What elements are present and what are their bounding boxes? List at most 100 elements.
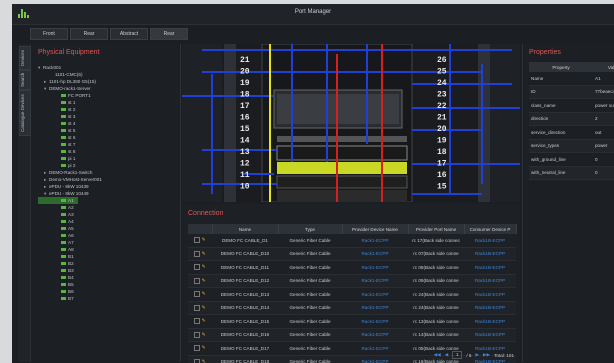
prev-page-icon[interactable]: ◀ (445, 352, 449, 358)
property-row[interactable]: service_direction out (529, 125, 614, 140)
tree-item[interactable]: A7 (38, 239, 178, 246)
checkbox-icon[interactable] (194, 358, 201, 363)
property-row[interactable]: direction 2 (529, 112, 614, 126)
next-page-icon[interactable]: ▶ (475, 352, 479, 358)
property-row[interactable]: class_namepower outl (529, 98, 614, 113)
rack-diagram[interactable]: 21 20 19 18 17 16 15 14 13 12 11 10 26 25 24 23 22 21 20 19… (182, 44, 520, 202)
tree-item[interactable]: A3 (38, 211, 178, 218)
tab-rear[interactable]: Rear (70, 28, 108, 40)
tree-item[interactable]: B7 (38, 295, 178, 302)
table-row[interactable]: ✎ DEMO FC CABLE_D13 Generic Fiber Cable Rac… (188, 287, 516, 302)
cell-consumer-device[interactable]: Rack1B-ECPP (464, 314, 516, 329)
table-row[interactable]: ✎ DEMO FC CABLE_D12 Generic Fiber Cable Rac… (188, 274, 516, 288)
cell-provider-device[interactable]: Rack1-ECPP (342, 260, 408, 275)
col-name[interactable]: Name (212, 224, 279, 234)
edit-icon[interactable]: ✎ (202, 264, 206, 270)
cell-consumer-device[interactable]: Rack1B-ECPP (464, 234, 516, 248)
tree-item[interactable]: B1 (38, 253, 178, 260)
property-row[interactable]: ID77beaec4... (529, 85, 614, 99)
last-page-icon[interactable]: ▶▶ (483, 352, 490, 358)
cell-consumer-device[interactable]: Rack1B-ECPP (464, 247, 516, 261)
table-row[interactable]: ✎ DEMO FC CABLE_D14 Generic Fiber Cable Rac… (188, 301, 516, 315)
checkbox-icon[interactable] (194, 304, 201, 311)
tree-item[interactable]: pi 2 (38, 162, 178, 169)
tree-item[interactable]: st 1 (38, 99, 178, 106)
edit-icon[interactable]: ✎ (202, 332, 206, 338)
page-input[interactable]: 1 (452, 351, 463, 359)
cell-consumer-device[interactable]: Rack1B-ECPP (464, 287, 516, 302)
property-row[interactable]: service_types power (529, 139, 614, 153)
tree-item[interactable]: A1 (38, 197, 78, 204)
tree-item[interactable]: B4 (38, 274, 178, 281)
cell-provider-device[interactable]: Rack1-ECPP (342, 274, 408, 288)
edit-icon[interactable]: ✎ (202, 305, 206, 311)
cell-consumer-device[interactable]: Rack1B-ECPP (464, 301, 516, 315)
tree-item[interactable]: st 3 (38, 113, 178, 120)
table-row[interactable]: ✎ DEMO FC CABLE_D11 Generic Fiber Cable Rac… (188, 260, 516, 275)
checkbox-icon[interactable] (194, 331, 201, 338)
table-row[interactable]: ✎ DEMO FC CABLE_D15 Generic Fiber Cable Rac… (188, 314, 516, 329)
cell-consumer-device[interactable]: Rack1B-ECPP (464, 274, 516, 288)
cell-provider-device[interactable]: Rack1-ECPP (342, 314, 408, 329)
property-row[interactable]: with_neutral_line 0 (529, 166, 614, 180)
tab-rear-2[interactable]: Rear (150, 28, 188, 40)
cell-provider-device[interactable]: Rack1-ECPP (342, 328, 408, 342)
checkbox-icon[interactable] (194, 345, 201, 352)
tree-item[interactable]: ▸ DEMO-Rack1-Switch (38, 169, 178, 176)
tree-item[interactable]: ▾ ePDU - 8kW 10449 (38, 190, 178, 197)
tree-item[interactable]: ▾ Rack001 (38, 64, 178, 71)
tree-item[interactable]: B2 (38, 260, 178, 267)
cell-provider-device[interactable]: Rack1-ECPP (342, 287, 408, 302)
tree-item[interactable]: B3 (38, 267, 178, 274)
tree-item[interactable]: st 7 (38, 141, 178, 148)
tree-item[interactable]: A5 (38, 225, 178, 232)
col-consumer-device[interactable]: Consumer Device P (464, 224, 517, 234)
col-provider-device[interactable]: Provider Device Name (342, 224, 409, 234)
table-row[interactable]: ✎ DEMO FC CABLE_D1 Generic Fiber Cable Rack… (188, 234, 516, 248)
tree-item[interactable]: st 2 (38, 106, 178, 113)
property-row[interactable]: with_ground_line 0 (529, 152, 614, 167)
tree-item[interactable]: A4 (38, 218, 178, 225)
tree-item[interactable]: ▸ Demo-VMHost-Server001 (38, 176, 178, 183)
tree-item[interactable]: ▸ 1101-hp DL380 G5(15) (38, 78, 178, 85)
tree-item[interactable]: 1101-CMC(6) (38, 71, 178, 78)
first-page-icon[interactable]: ◀◀ (434, 352, 441, 358)
edit-icon[interactable]: ✎ (202, 237, 206, 243)
tree-item[interactable]: pi 1 (38, 155, 178, 162)
tree-item[interactable]: A8 (38, 246, 178, 253)
edit-icon[interactable]: ✎ (202, 359, 206, 363)
checkbox-icon[interactable] (194, 250, 201, 257)
col-provider-port[interactable]: Provider Port Name (408, 224, 465, 234)
checkbox-icon[interactable] (194, 264, 201, 271)
cell-provider-device[interactable]: Rack1-ECPP (342, 341, 408, 356)
tree-item[interactable]: A2 (38, 204, 178, 211)
col-type[interactable]: Type (278, 224, 343, 234)
tree-item[interactable]: FC PORT1 (38, 92, 178, 99)
edit-icon[interactable]: ✎ (202, 318, 206, 324)
tab-abstract[interactable]: Abstract (110, 28, 148, 40)
tree-item[interactable]: B6 (38, 288, 178, 295)
cell-provider-device[interactable]: Rack1-ECPP (342, 355, 408, 363)
tab-front[interactable]: Front (30, 28, 68, 40)
cell-provider-device[interactable]: Rack1-ECPP (342, 301, 408, 315)
cell-provider-device[interactable]: Rack1-ECPP (342, 234, 408, 248)
tree-item[interactable]: A6 (38, 232, 178, 239)
edit-icon[interactable]: ✎ (202, 345, 206, 351)
cell-provider-device[interactable]: Rack1-ECPP (342, 247, 408, 261)
checkbox-icon[interactable] (194, 237, 201, 244)
tree-item[interactable]: B5 (38, 281, 178, 288)
side-tab-devices[interactable]: Devices (19, 46, 31, 70)
tree-item[interactable]: st 5 (38, 127, 178, 134)
edit-icon[interactable]: ✎ (202, 291, 206, 297)
checkbox-icon[interactable] (194, 318, 201, 325)
tree-item[interactable]: ▸ ePDU - 8kW 10439 (38, 183, 178, 190)
edit-icon[interactable]: ✎ (202, 251, 206, 257)
table-row[interactable]: ✎ DEMO FC CABLE_D10 Generic Fiber Cable Rac… (188, 247, 516, 261)
table-row[interactable]: ✎ DEMO FC CABLE_D16 Generic Fiber Cable Rac… (188, 328, 516, 342)
checkbox-icon[interactable] (194, 277, 201, 284)
cell-consumer-device[interactable]: Rack1B-ECPP (464, 260, 516, 275)
property-row[interactable]: Name A1 (529, 72, 614, 86)
tree-item[interactable]: st 4 (38, 120, 178, 127)
checkbox-icon[interactable] (194, 291, 201, 298)
edit-icon[interactable]: ✎ (202, 278, 206, 284)
